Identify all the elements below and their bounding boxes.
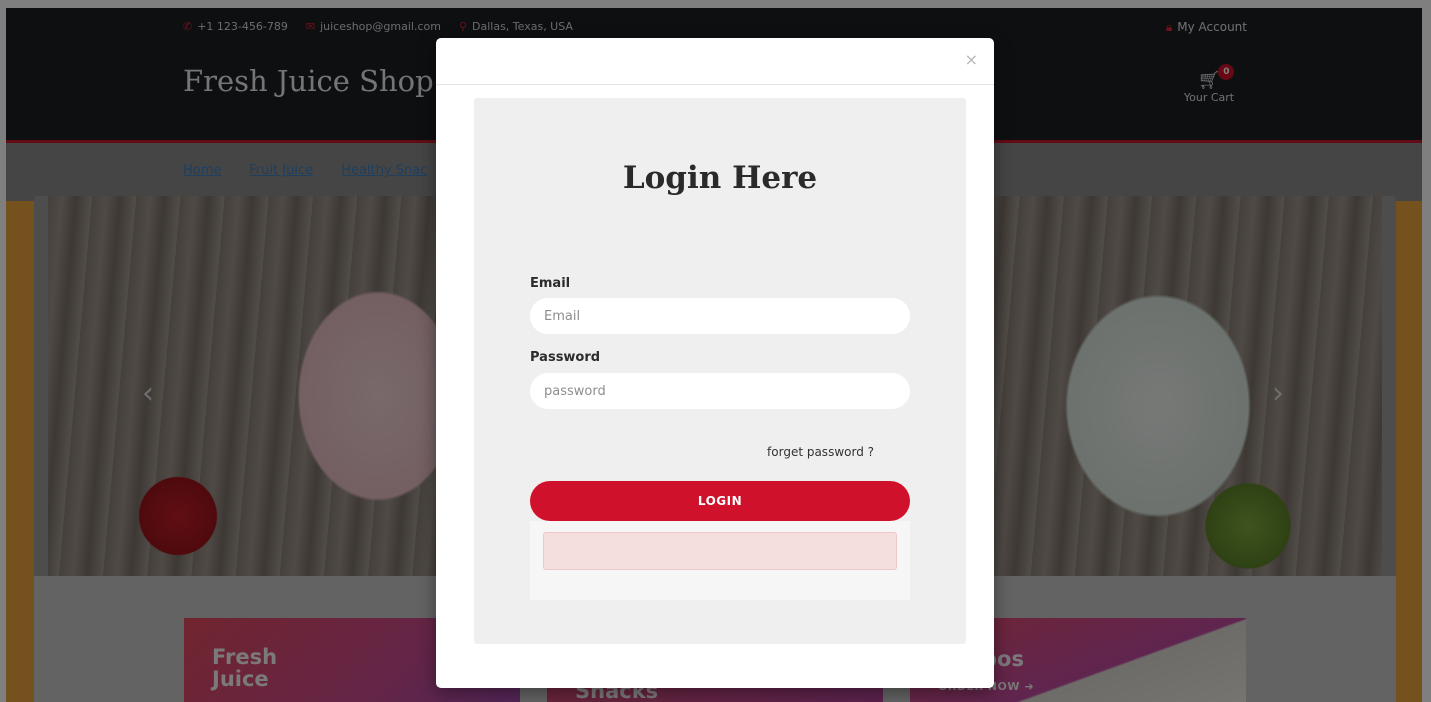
password-label: Password — [530, 350, 601, 365]
close-icon[interactable]: × — [965, 50, 978, 69]
modal-header: × — [436, 38, 994, 85]
password-input[interactable] — [530, 373, 910, 409]
error-message-box — [543, 532, 897, 570]
message-area — [530, 521, 910, 600]
login-title: Login Here — [622, 160, 818, 196]
email-input[interactable] — [530, 298, 910, 334]
login-modal: × Login Here Email Password forget passw… — [436, 38, 994, 688]
email-label: Email — [530, 276, 571, 291]
login-panel: Login Here Email Password forget passwor… — [474, 98, 966, 644]
login-button[interactable]: LOGIN — [530, 481, 910, 521]
forget-password-link[interactable]: forget password ? — [767, 445, 874, 459]
